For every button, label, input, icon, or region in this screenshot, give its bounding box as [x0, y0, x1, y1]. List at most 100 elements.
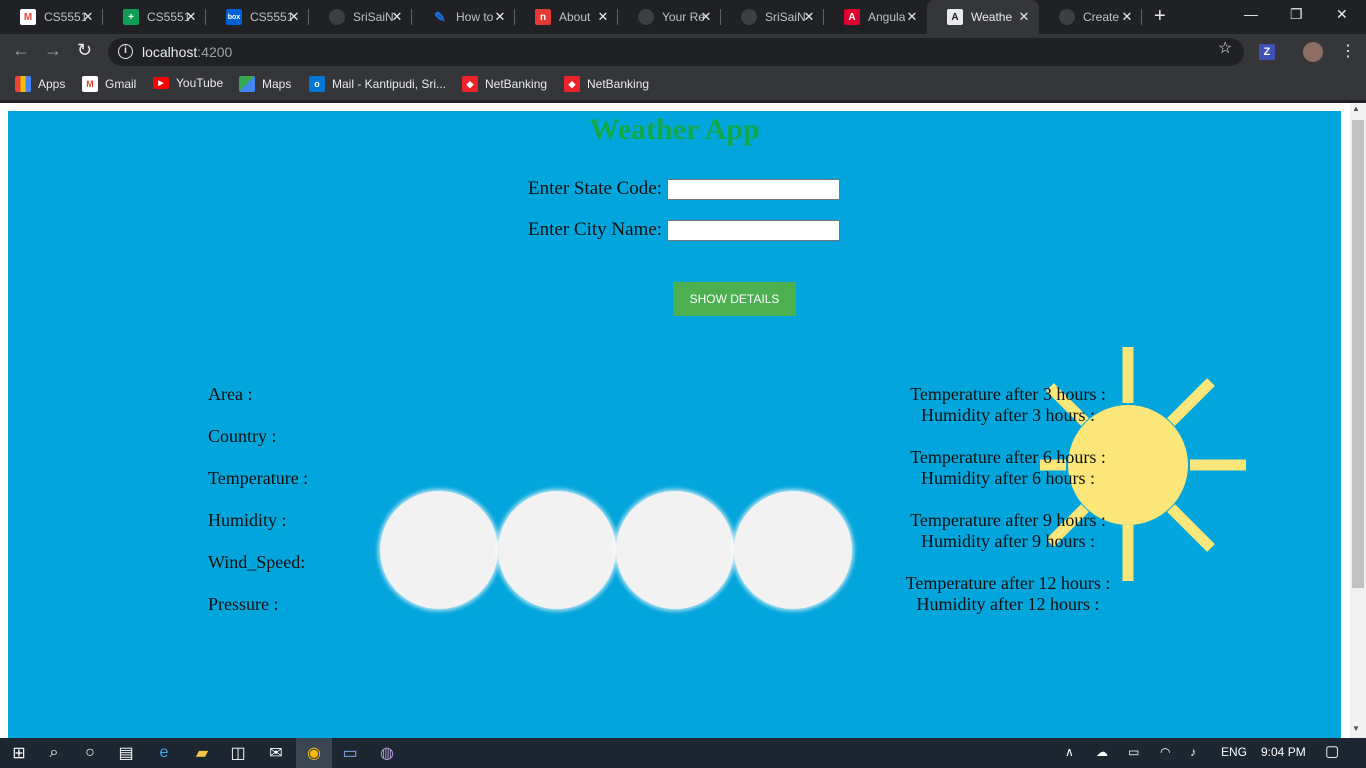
tab-how-to[interactable]: ✎ How to ✕	[412, 0, 515, 34]
tab-sheets[interactable]: + CS5551 ✕	[103, 0, 206, 34]
country-label: Country :	[208, 426, 277, 446]
scroll-up-icon[interactable]: ▲	[1352, 104, 1360, 113]
bookmark-label: Mail - Kantipudi, Sri...	[332, 77, 447, 91]
close-icon[interactable]: ✕	[905, 9, 919, 25]
state-row: Enter State Code:	[528, 178, 841, 200]
tray-chevron-icon[interactable]: ∧	[1065, 745, 1074, 759]
wifi-icon[interactable]: ◠	[1160, 745, 1170, 759]
search-icon[interactable]: ⌕	[42, 738, 66, 768]
clock[interactable]: 9:04 PM	[1261, 745, 1306, 759]
bookmark-gmail[interactable]: M Gmail	[82, 76, 136, 92]
close-icon[interactable]: ✕	[390, 9, 404, 25]
bookmark-label: Gmail	[105, 77, 137, 91]
state-code-input[interactable]	[667, 178, 841, 200]
bookmark-maps[interactable]: Maps	[239, 76, 291, 92]
store-icon[interactable]: ◫	[226, 738, 250, 768]
computer-icon[interactable]: ▭	[338, 738, 362, 768]
close-icon[interactable]: ✕	[81, 9, 95, 25]
cloud-icon	[380, 491, 498, 609]
tab-label: Angula	[868, 10, 906, 24]
restore-icon[interactable]: ❐	[1290, 6, 1303, 23]
state-label: Enter State Code:	[528, 178, 663, 199]
bookmark-netbanking-1[interactable]: ◆ NetBanking	[462, 76, 547, 92]
humidity-label: Humidity :	[208, 510, 287, 530]
close-icon[interactable]: ✕	[493, 9, 507, 25]
scroll-down-icon[interactable]: ▼	[1352, 724, 1360, 733]
task-view-icon[interactable]: ▤	[114, 738, 138, 768]
profile-avatar[interactable]	[1303, 42, 1323, 62]
volume-icon[interactable]: ♪	[1190, 745, 1196, 759]
bookmark-star-icon[interactable]: ☆	[1218, 38, 1232, 58]
cloud-icon	[734, 491, 852, 609]
bookmark-label: NetBanking	[485, 77, 548, 91]
tab-label: CS5551	[147, 10, 189, 24]
forward-icon[interactable]: →	[44, 40, 62, 61]
tab-github-1[interactable]: SriSaiN ✕	[309, 0, 412, 34]
language-indicator[interactable]: ENG	[1221, 745, 1247, 759]
windows-start-icon[interactable]: ⊞	[8, 738, 30, 768]
feather-icon: ✎	[434, 8, 446, 25]
close-icon[interactable]: ✕	[699, 9, 713, 25]
tab-about[interactable]: n About ✕	[515, 0, 618, 34]
tab-create[interactable]: Create ✕	[1039, 0, 1142, 34]
close-icon[interactable]: ✕	[1017, 9, 1031, 25]
gmail-icon: M	[82, 76, 98, 92]
minimize-icon[interactable]: —	[1244, 6, 1258, 22]
notifications-icon[interactable]: ▢	[1325, 742, 1339, 760]
edge-icon[interactable]: e	[152, 738, 176, 768]
city-name-input[interactable]	[667, 219, 841, 241]
info-icon[interactable]: i	[118, 44, 133, 59]
page-viewport: Weather App Enter State Code: Enter City…	[0, 103, 1350, 738]
extension-z-icon[interactable]: Z	[1259, 44, 1275, 60]
file-explorer-icon[interactable]: ▰	[190, 738, 214, 768]
tab-label: CS5551	[44, 10, 86, 24]
bookmark-outlook[interactable]: o Mail - Kantipudi, Sri...	[309, 76, 446, 92]
browser-toolbar: ← → ↻ i localhost:4200	[0, 34, 1366, 70]
show-details-button[interactable]: SHOW DETAILS	[673, 282, 796, 316]
close-icon[interactable]: ✕	[184, 9, 198, 25]
bookmark-youtube[interactable]: ▶ YouTube	[153, 76, 223, 90]
tab-weather-active[interactable]: A Weathe ✕	[927, 0, 1039, 34]
angular-icon: A	[844, 9, 860, 25]
close-icon[interactable]: ✕	[1120, 9, 1134, 25]
battery-icon[interactable]: ▭	[1128, 745, 1139, 759]
forecast-temperature: Temperature after 12 hours :	[905, 573, 1111, 593]
tab-github-2[interactable]: Your Re ✕	[618, 0, 721, 34]
tab-label: Create	[1083, 10, 1120, 24]
cloud-icon	[616, 491, 734, 609]
close-icon[interactable]: ✕	[802, 9, 816, 25]
onedrive-icon[interactable]: ☁	[1096, 745, 1108, 759]
new-tab-icon[interactable]: +	[1154, 5, 1166, 28]
back-icon[interactable]: ←	[12, 40, 30, 61]
mail-icon[interactable]: ✉	[264, 738, 288, 768]
city-label: Enter City Name:	[528, 219, 663, 240]
close-icon[interactable]: ✕	[287, 9, 301, 25]
wind-speed-label: Wind_Speed:	[208, 552, 306, 572]
forecast-6h: Temperature after 6 hours : Humidity aft…	[888, 447, 1128, 489]
cortana-icon[interactable]: ○	[78, 738, 102, 768]
tab-gmail[interactable]: M CS5551 ✕	[0, 0, 103, 34]
address-bar[interactable]: i localhost:4200	[108, 38, 1244, 66]
forecast-humidity: Humidity after 9 hours :	[921, 531, 1095, 551]
weather-app: Weather App Enter State Code: Enter City…	[8, 111, 1341, 738]
scrollbar-thumb[interactable]	[1352, 120, 1364, 588]
temperature-label: Temperature :	[208, 468, 309, 488]
cloud-icon	[498, 491, 616, 609]
app-icon[interactable]: ◍	[375, 738, 399, 768]
menu-icon[interactable]: ⋮	[1340, 41, 1356, 61]
tab-angular[interactable]: A Angula ✕	[824, 0, 927, 34]
bookmark-label: Maps	[262, 77, 292, 91]
bookmark-apps[interactable]: Apps	[15, 76, 65, 92]
city-row: Enter City Name:	[528, 219, 841, 241]
chrome-icon[interactable]: ◉	[302, 738, 326, 768]
tab-github-3[interactable]: SriSaiN ✕	[721, 0, 824, 34]
url-text[interactable]: localhost:4200	[142, 44, 232, 60]
outlook-icon: o	[309, 76, 325, 92]
bookmark-netbanking-2[interactable]: ◆ NetBanking	[564, 76, 649, 92]
close-icon[interactable]: ✕	[596, 9, 610, 25]
close-window-icon[interactable]: ✕	[1336, 6, 1348, 23]
apps-grid-icon	[15, 76, 31, 92]
tab-box[interactable]: box CS5551 ✕	[206, 0, 309, 34]
reload-icon[interactable]: ↻	[77, 40, 92, 61]
forecast-temperature: Temperature after 3 hours :	[910, 384, 1106, 404]
